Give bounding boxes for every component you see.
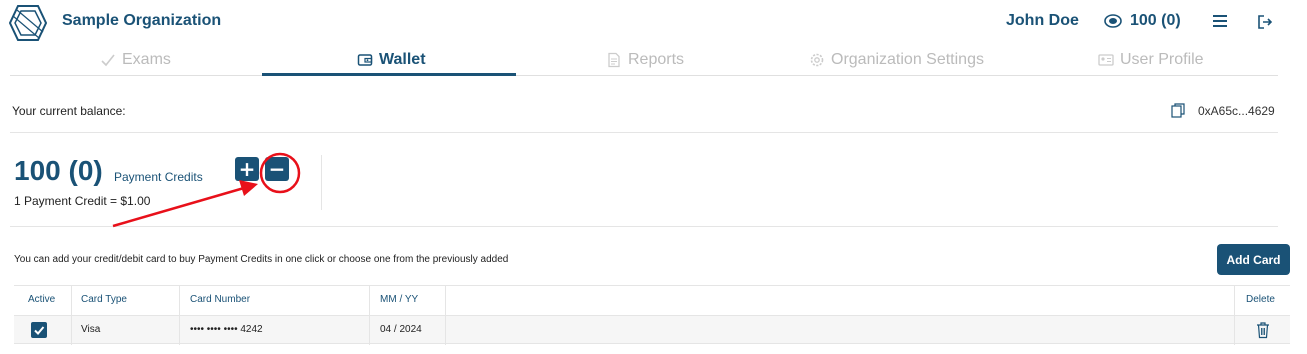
logout-icon[interactable] xyxy=(1257,14,1273,30)
add-credits-button[interactable]: + xyxy=(235,157,259,181)
vertical-divider xyxy=(321,155,322,210)
tab-exams-label: Exams xyxy=(122,51,171,68)
active-tab-indicator xyxy=(262,73,516,76)
check-icon xyxy=(34,326,45,335)
card-type-cell: Visa xyxy=(81,324,101,335)
header-credits-value: 100 (0) xyxy=(1130,12,1181,29)
hamburger-menu-icon[interactable] xyxy=(1212,12,1228,30)
cards-instructions: You can add your credit/debit card to bu… xyxy=(14,254,509,265)
tab-wallet-label: Wallet xyxy=(379,51,426,68)
column-divider xyxy=(71,286,72,345)
column-header-card-type: Card Type xyxy=(81,294,127,305)
copy-icon[interactable] xyxy=(1171,103,1185,118)
tab-user-profile[interactable]: User Profile xyxy=(1098,44,1204,76)
tab-reports-label: Reports xyxy=(628,51,685,68)
balance-unit: Payment Credits xyxy=(114,170,203,184)
credits-coin-icon xyxy=(1104,14,1122,28)
table-row: Visa •••• •••• •••• 4242 04 / 2024 xyxy=(14,315,1290,344)
annotation-arrowhead xyxy=(239,180,258,196)
user-name[interactable]: John Doe xyxy=(1006,12,1079,30)
column-header-active: Active xyxy=(28,294,56,305)
divider xyxy=(10,226,1278,227)
wallet-address[interactable]: 0xA65c...4629 xyxy=(1198,104,1275,118)
logo-icon[interactable] xyxy=(9,4,47,42)
gear-icon xyxy=(810,53,824,67)
balance-value: 100 (0) xyxy=(14,155,103,186)
column-header-expiry: MM / YY xyxy=(380,294,419,305)
column-divider xyxy=(369,286,370,345)
column-divider xyxy=(445,286,446,345)
main-tabs: Exams Wallet Reports Organization Settin… xyxy=(10,44,1278,76)
credit-rate: 1 Payment Credit = $1.00 xyxy=(14,194,151,208)
tab-organization-settings[interactable]: Organization Settings xyxy=(809,44,984,76)
card-number-cell: •••• •••• •••• 4242 xyxy=(190,324,263,335)
column-header-card-number: Card Number xyxy=(190,294,251,305)
organization-name[interactable]: Sample Organization xyxy=(62,12,221,30)
balance-label: Your current balance: xyxy=(12,104,126,118)
column-divider xyxy=(1234,286,1235,345)
tab-organization-settings-label: Organization Settings xyxy=(831,51,984,68)
tab-user-profile-label: User Profile xyxy=(1120,51,1204,68)
trash-icon[interactable] xyxy=(1256,321,1270,339)
remove-credits-button[interactable]: − xyxy=(265,157,289,181)
tab-reports[interactable]: Reports xyxy=(606,44,684,76)
column-divider xyxy=(179,286,180,345)
wallet-icon xyxy=(357,54,373,66)
card-expiry-cell: 04 / 2024 xyxy=(380,324,422,335)
divider xyxy=(10,132,1278,133)
column-header-delete: Delete xyxy=(1246,294,1275,305)
id-card-icon xyxy=(1098,54,1114,66)
add-card-button[interactable]: Add Card xyxy=(1217,244,1290,275)
document-icon xyxy=(608,52,620,68)
check-icon xyxy=(101,54,115,67)
card-active-checkbox[interactable] xyxy=(31,322,47,338)
tab-wallet[interactable]: Wallet xyxy=(357,44,426,76)
cards-table: Active Card Type Card Number MM / YY Del… xyxy=(14,285,1290,345)
app-header: Sample Organization John Doe 100 (0) xyxy=(0,0,1307,44)
tab-exams[interactable]: Exams xyxy=(100,44,171,76)
header-credits[interactable]: 100 (0) xyxy=(1104,12,1181,30)
